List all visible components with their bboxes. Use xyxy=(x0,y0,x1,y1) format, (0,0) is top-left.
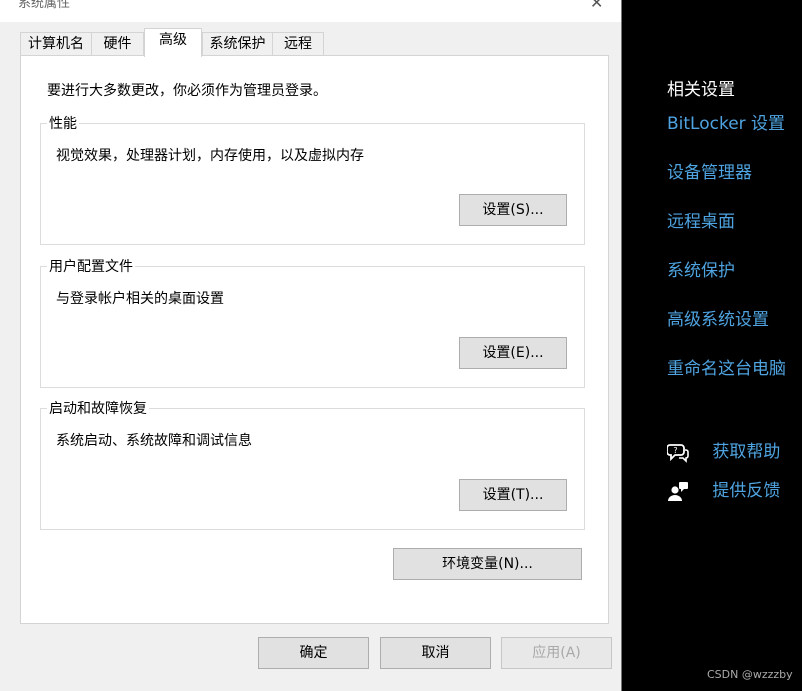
bitlocker-settings-link[interactable]: BitLocker 设置 xyxy=(667,109,785,134)
cancel-button[interactable]: 取消 xyxy=(380,637,491,669)
user-profile-group-title: 用户配置文件 xyxy=(47,256,135,276)
tab-hardware[interactable]: 硬件 xyxy=(91,32,144,56)
startup-recovery-description: 系统启动、系统故障和调试信息 xyxy=(56,433,252,449)
give-feedback-label: 提供反馈 xyxy=(712,481,781,501)
remote-desktop-link[interactable]: 远程桌面 xyxy=(667,207,735,232)
give-feedback-link[interactable]: 提供反馈 xyxy=(667,476,780,502)
svg-text:?: ? xyxy=(673,446,677,455)
user-profile-settings-button[interactable]: 设置(E)... xyxy=(459,337,567,369)
apply-button[interactable]: 应用(A) xyxy=(501,637,612,669)
close-icon[interactable]: ✕ xyxy=(590,0,603,12)
tab-remote[interactable]: 远程 xyxy=(272,32,324,56)
user-profile-group: 用户配置文件 与登录帐户相关的桌面设置 设置(E)... xyxy=(40,256,585,388)
watermark: CSDN @wzzzby xyxy=(707,668,793,681)
performance-description: 视觉效果，处理器计划，内存使用，以及虚拟内存 xyxy=(56,148,364,164)
tab-advanced[interactable]: 高级 xyxy=(144,28,202,57)
startup-recovery-group-title: 启动和故障恢复 xyxy=(47,398,149,418)
performance-group-title: 性能 xyxy=(47,113,79,133)
system-protection-link[interactable]: 系统保护 xyxy=(667,256,735,281)
environment-variables-button[interactable]: 环境变量(N)... xyxy=(393,548,582,580)
device-manager-link[interactable]: 设备管理器 xyxy=(667,158,752,183)
tab-system-protection[interactable]: 系统保护 xyxy=(202,32,273,56)
admin-note: 要进行大多数更改，你必须作为管理员登录。 xyxy=(47,83,327,99)
rename-pc-link[interactable]: 重命名这台电脑 xyxy=(667,354,786,379)
user-profile-description: 与登录帐户相关的桌面设置 xyxy=(56,291,224,307)
title-bar: 系统属性 ✕ xyxy=(0,0,621,22)
help-chat-icon: ? xyxy=(667,444,689,463)
feedback-person-icon xyxy=(668,482,688,501)
startup-recovery-settings-button[interactable]: 设置(T)... xyxy=(459,479,567,511)
get-help-label: 获取帮助 xyxy=(712,442,781,462)
system-properties-dialog: 系统属性 ✕ 计算机名 硬件 高级 系统保护 远程 要进行大多数更改，你必须作为… xyxy=(0,0,622,691)
performance-group: 性能 视觉效果，处理器计划，内存使用，以及虚拟内存 设置(S)... xyxy=(40,113,585,245)
get-help-link[interactable]: ? 获取帮助 xyxy=(667,437,780,463)
advanced-tab-panel: 要进行大多数更改，你必须作为管理员登录。 性能 视觉效果，处理器计划，内存使用，… xyxy=(20,55,609,624)
advanced-system-settings-link[interactable]: 高级系统设置 xyxy=(667,305,769,330)
window-title: 系统属性 xyxy=(18,0,71,11)
performance-settings-button[interactable]: 设置(S)... xyxy=(459,194,567,226)
tab-computer-name[interactable]: 计算机名 xyxy=(20,32,92,56)
ok-button[interactable]: 确定 xyxy=(258,637,369,669)
related-settings-heading: 相关设置 xyxy=(667,80,735,100)
startup-recovery-group: 启动和故障恢复 系统启动、系统故障和调试信息 设置(T)... xyxy=(40,398,585,530)
